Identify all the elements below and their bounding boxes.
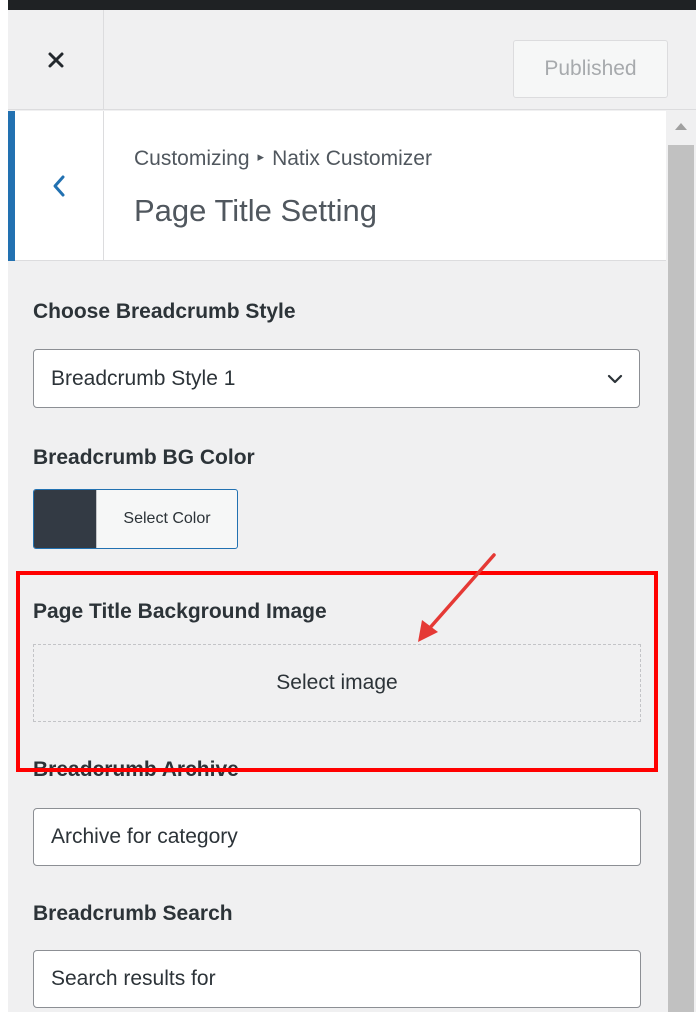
scroll-up-arrow[interactable] — [675, 123, 687, 130]
breadcrumb-style-label: Choose Breadcrumb Style — [33, 300, 296, 323]
close-icon — [48, 52, 63, 68]
customizer-panel: Published Customizing ▸ Natix Customizer P… — [8, 10, 696, 1012]
section-header: Customizing ▸ Natix Customizer Page Title … — [8, 111, 666, 261]
breadcrumb-style-value: Breadcrumb Style 1 — [51, 366, 236, 390]
bg-color-label: Breadcrumb BG Color — [33, 446, 255, 469]
scroll-thumb[interactable] — [668, 145, 694, 1012]
annotation-arrow — [418, 553, 496, 642]
chevron-down-icon — [607, 374, 623, 384]
breadcrumb: Customizing ▸ Natix Customizer — [134, 147, 432, 171]
select-color-label: Select Color — [96, 490, 237, 548]
breadcrumb-style-select[interactable]: Breadcrumb Style 1 — [33, 349, 640, 408]
color-swatch — [34, 490, 96, 548]
close-button[interactable] — [8, 10, 104, 110]
search-input[interactable]: Search results for — [33, 950, 641, 1008]
scrollbar[interactable] — [666, 111, 696, 1012]
select-color-button[interactable]: Select Color — [33, 489, 238, 549]
breadcrumb-parent: Customizing — [134, 147, 250, 170]
highlight-box — [16, 571, 658, 772]
section-accent-bar — [8, 111, 15, 261]
left-edge — [0, 0, 8, 1012]
customizer-header: Published — [8, 10, 696, 110]
search-label: Breadcrumb Search — [33, 902, 233, 925]
archive-input[interactable]: Archive for category — [33, 808, 641, 866]
breadcrumb-separator: ▸ — [257, 149, 265, 165]
chevron-left-icon — [53, 175, 65, 197]
breadcrumb-current: Natix Customizer — [272, 147, 432, 170]
back-button[interactable] — [15, 111, 104, 261]
window-top-bar — [0, 0, 696, 10]
publish-button[interactable]: Published — [513, 40, 668, 98]
section-title: Page Title Setting — [134, 193, 377, 228]
